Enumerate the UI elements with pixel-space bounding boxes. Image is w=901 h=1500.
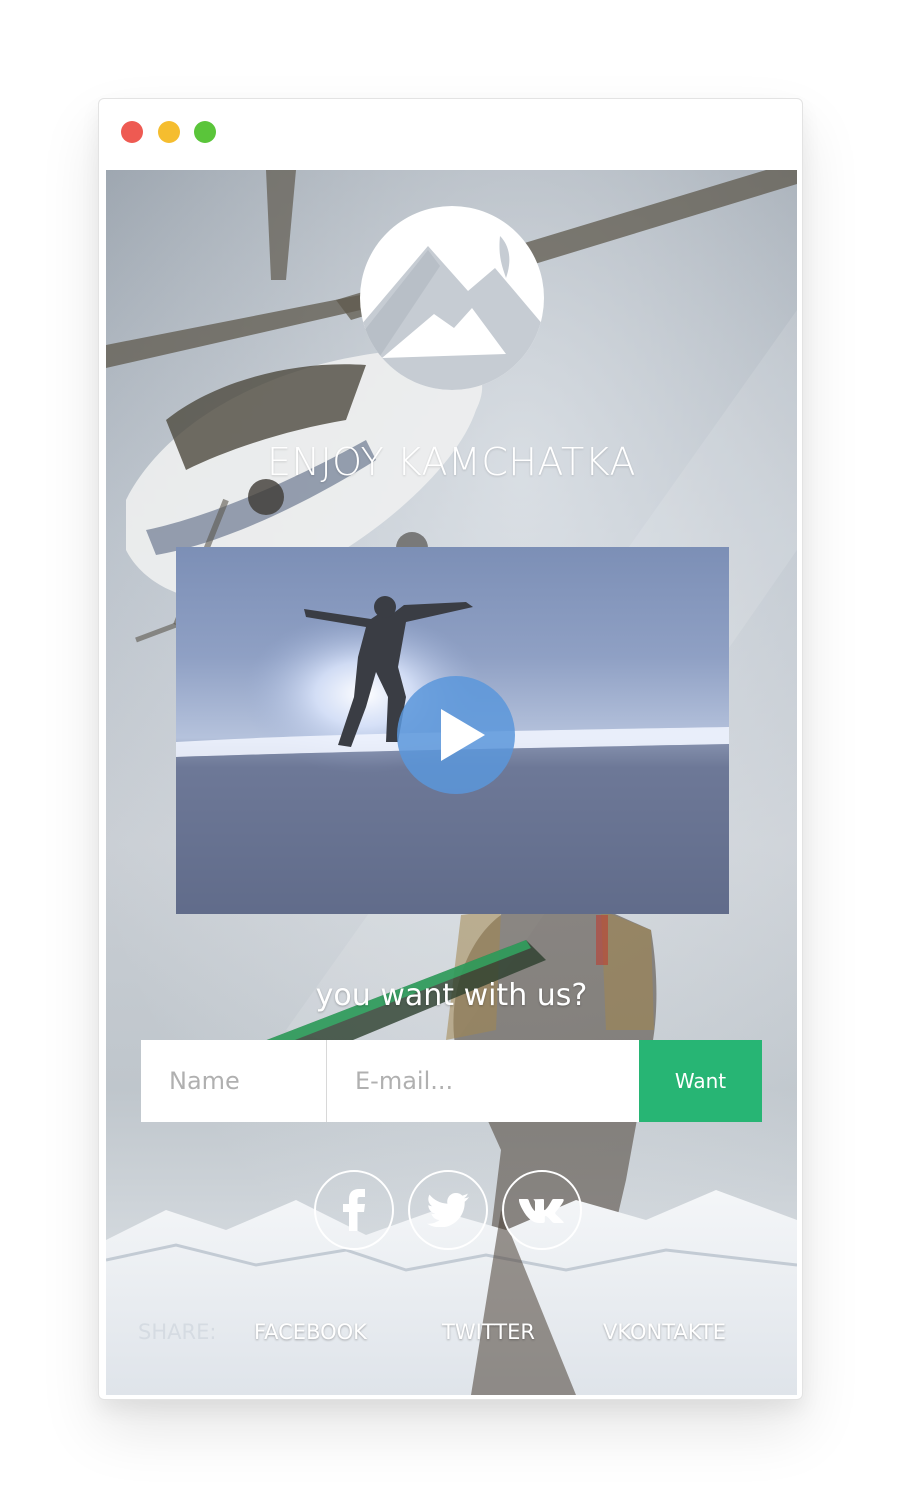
facebook-icon [343, 1189, 365, 1231]
vk-social-button[interactable] [502, 1170, 582, 1250]
share-twitter-link[interactable]: TWITTER [442, 1320, 535, 1344]
share-label: SHARE: [138, 1320, 217, 1344]
email-input[interactable] [327, 1040, 639, 1122]
play-icon [441, 709, 485, 761]
window-close-button[interactable] [121, 121, 143, 143]
landing-page: ENJOY KAMCHATKA you want with us? Name E… [106, 170, 797, 1395]
page-title: ENJOY KAMCHATKA [267, 440, 636, 484]
facebook-social-button[interactable] [314, 1170, 394, 1250]
browser-window: ENJOY KAMCHATKA you want with us? Name E… [98, 98, 803, 1400]
video-player[interactable] [176, 547, 729, 914]
mountain-logo-icon [360, 206, 544, 390]
want-submit-button[interactable]: Want [639, 1040, 762, 1122]
name-input[interactable] [141, 1040, 327, 1122]
vk-icon [519, 1199, 564, 1223]
signup-form: Want [141, 1040, 762, 1122]
signup-question: you want with us? [315, 978, 588, 1013]
twitter-icon [427, 1193, 469, 1227]
share-bar: SHARE: FACEBOOK TWITTER VKONTAKTE [106, 1320, 797, 1350]
share-facebook-link[interactable]: FACEBOOK [254, 1320, 367, 1344]
twitter-social-button[interactable] [408, 1170, 488, 1250]
share-vkontakte-link[interactable]: VKONTAKTE [603, 1320, 726, 1344]
window-minimize-button[interactable] [158, 121, 180, 143]
play-button[interactable] [397, 676, 515, 794]
window-maximize-button[interactable] [194, 121, 216, 143]
